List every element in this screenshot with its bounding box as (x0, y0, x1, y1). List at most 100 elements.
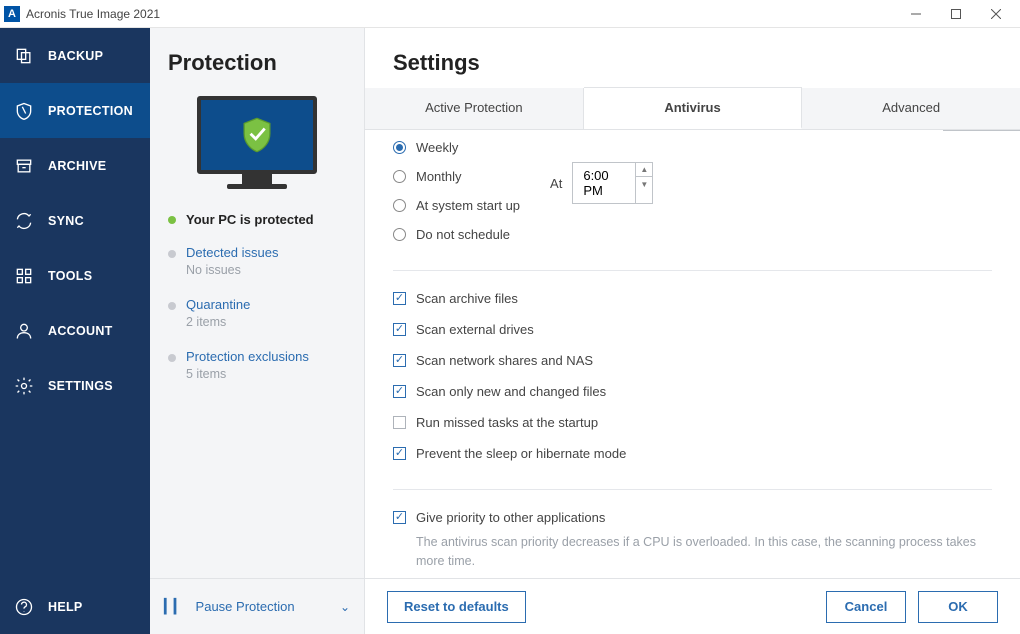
check-run-missed[interactable]: ✓ Run missed tasks at the startup (393, 415, 992, 430)
minimize-button[interactable] (896, 0, 936, 28)
side-link-sub: 2 items (186, 315, 250, 329)
nav-backup[interactable]: BACKUP (0, 28, 150, 83)
pause-label: Pause Protection (196, 599, 295, 614)
partial-field-border (943, 130, 1020, 131)
checkbox-icon: ✓ (393, 385, 406, 398)
reset-button[interactable]: Reset to defaults (387, 591, 526, 623)
check-label: Scan external drives (416, 322, 534, 337)
divider (393, 270, 992, 271)
side-link-sub: 5 items (186, 367, 309, 381)
maximize-button[interactable] (936, 0, 976, 28)
nav-label: TOOLS (48, 269, 92, 283)
check-label: Scan network shares and NAS (416, 353, 593, 368)
side-exclusions[interactable]: Protection exclusions 5 items (168, 349, 364, 381)
check-label: Scan archive files (416, 291, 518, 306)
tools-icon (14, 266, 34, 286)
sync-icon (14, 211, 34, 231)
check-scan-external[interactable]: ✓ Scan external drives (393, 322, 992, 337)
shield-icon (14, 101, 34, 121)
check-label: Scan only new and changed files (416, 384, 606, 399)
nav-label: SETTINGS (48, 379, 113, 393)
checkbox-icon: ✓ (393, 323, 406, 336)
protection-status: Your PC is protected (150, 194, 364, 235)
checkbox-icon: ✓ (393, 292, 406, 305)
tabs: Active Protection Antivirus Advanced (365, 88, 1020, 130)
radio-icon (393, 199, 406, 212)
check-label: Run missed tasks at the startup (416, 415, 598, 430)
radio-label: At system start up (416, 198, 520, 213)
monitor-graphic (150, 86, 364, 194)
ok-button[interactable]: OK (918, 591, 998, 623)
chevron-down-icon: ⌄ (340, 600, 350, 614)
status-dot-grey (168, 302, 176, 310)
nav-label: ARCHIVE (48, 159, 106, 173)
time-up-button[interactable]: ▲ (636, 163, 652, 177)
radio-startup[interactable]: At system start up (393, 198, 520, 213)
radio-label: Monthly (416, 169, 462, 184)
nav-help[interactable]: HELP (0, 579, 150, 634)
radio-label: Do not schedule (416, 227, 510, 242)
account-icon (14, 321, 34, 341)
nav-settings[interactable]: SETTINGS (0, 358, 150, 413)
nav-archive[interactable]: ARCHIVE (0, 138, 150, 193)
check-scan-new[interactable]: ✓ Scan only new and changed files (393, 384, 992, 399)
status-text: Your PC is protected (186, 212, 314, 227)
nav-label: PROTECTION (48, 104, 133, 118)
close-button[interactable] (976, 0, 1016, 28)
side-detected-issues[interactable]: Detected issues No issues (168, 245, 364, 277)
nav-account[interactable]: ACCOUNT (0, 303, 150, 358)
gear-icon (14, 376, 34, 396)
radio-monthly[interactable]: Monthly (393, 169, 520, 184)
check-label: Give priority to other applications (416, 510, 605, 525)
tab-advanced[interactable]: Advanced (802, 88, 1020, 129)
check-label: Prevent the sleep or hibernate mode (416, 446, 626, 461)
nav-label: BACKUP (48, 49, 103, 63)
nav-label: SYNC (48, 214, 84, 228)
side-link-label: Protection exclusions (186, 349, 309, 364)
side-panel: Protection Your PC is protected (150, 28, 365, 634)
side-quarantine[interactable]: Quarantine 2 items (168, 297, 364, 329)
status-dot-grey (168, 250, 176, 258)
check-scan-archive[interactable]: ✓ Scan archive files (393, 291, 992, 306)
status-dot-green (168, 216, 176, 224)
shield-check-icon (241, 117, 273, 153)
tab-active-protection[interactable]: Active Protection (365, 88, 584, 129)
checkbox-icon: ✓ (393, 416, 406, 429)
radio-icon (393, 228, 406, 241)
nav-protection[interactable]: PROTECTION (0, 83, 150, 138)
app-logo: A (4, 6, 20, 22)
sidebar-nav: BACKUP PROTECTION ARCHIVE SYNC TOOLS ACC… (0, 28, 150, 634)
tab-antivirus[interactable]: Antivirus (584, 87, 803, 129)
time-value: 6:00 PM (573, 163, 635, 203)
nav-sync[interactable]: SYNC (0, 193, 150, 248)
nav-tools[interactable]: TOOLS (0, 248, 150, 303)
time-input[interactable]: 6:00 PM ▲ ▼ (572, 162, 653, 204)
radio-icon (393, 170, 406, 183)
checkbox-icon: ✓ (393, 354, 406, 367)
radio-icon (393, 141, 406, 154)
check-prevent-sleep[interactable]: ✓ Prevent the sleep or hibernate mode (393, 446, 992, 461)
radio-weekly[interactable]: Weekly (393, 140, 520, 155)
side-title: Protection (150, 28, 364, 86)
cancel-button[interactable]: Cancel (826, 591, 906, 623)
priority-description: The antivirus scan priority decreases if… (416, 533, 992, 571)
help-icon (14, 597, 34, 617)
side-link-label: Quarantine (186, 297, 250, 312)
page-title: Settings (365, 28, 1020, 88)
radio-label: Weekly (416, 140, 458, 155)
check-scan-network[interactable]: ✓ Scan network shares and NAS (393, 353, 992, 368)
checkbox-icon: ✓ (393, 447, 406, 460)
time-down-button[interactable]: ▼ (636, 177, 652, 191)
pause-protection-button[interactable]: ▎▎ Pause Protection ⌄ (150, 578, 364, 634)
nav-label: ACCOUNT (48, 324, 113, 338)
nav-label: HELP (48, 600, 83, 614)
titlebar: A Acronis True Image 2021 (0, 0, 1020, 28)
content-area: Settings Active Protection Antivirus Adv… (365, 28, 1020, 634)
backup-icon (14, 46, 34, 66)
at-label: At (550, 176, 562, 191)
side-link-label: Detected issues (186, 245, 279, 260)
radio-none[interactable]: Do not schedule (393, 227, 520, 242)
status-dot-grey (168, 354, 176, 362)
check-priority[interactable]: ✓ Give priority to other applications (393, 510, 992, 525)
archive-icon (14, 156, 34, 176)
